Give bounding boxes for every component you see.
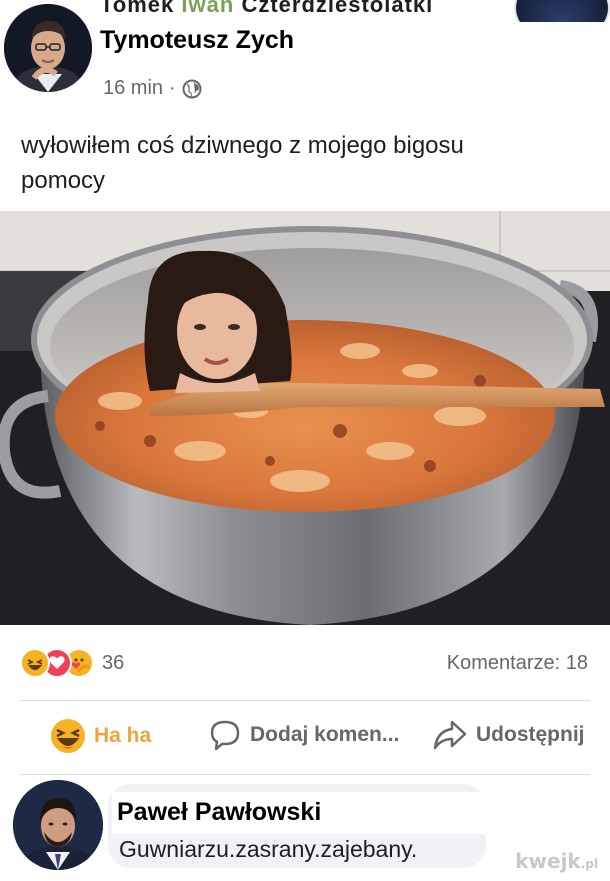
commenter-avatar[interactable] <box>13 780 103 870</box>
globe-icon <box>182 79 202 98</box>
watermark-tld: .pl <box>580 857 598 871</box>
post-text: wyłowiłem coś dziwnego z mojego bigosu p… <box>21 128 581 198</box>
previous-post-cut: Tomek Iwan Czterdziestolatki <box>0 0 610 22</box>
previous-post-thumbnail[interactable] <box>514 0 610 22</box>
divider <box>20 774 590 775</box>
share-button[interactable]: Udostępnij <box>432 718 585 752</box>
commenter-name[interactable]: Paweł Pawłowski <box>112 792 537 834</box>
meta-separator: · <box>169 77 176 99</box>
post-meta: 16 min · <box>103 77 202 100</box>
post-text-line-1: wyłowiłem coś dziwnego z mojego bigosu <box>21 132 464 159</box>
comments-count[interactable]: Komentarze: 18 <box>447 652 588 675</box>
reactions-summary[interactable]: 36 <box>20 648 124 678</box>
watermark-brand: kwejk <box>515 849 581 873</box>
haha-icon <box>51 719 85 753</box>
author-avatar[interactable] <box>4 4 92 92</box>
share-icon <box>433 720 467 750</box>
previous-post-title: Tomek Iwan Czterdziestolatki <box>100 0 434 17</box>
post-time[interactable]: 16 min <box>103 77 163 100</box>
comment-label: Dodaj komen... <box>250 723 400 746</box>
comment-button[interactable]: Dodaj komen... <box>208 718 399 752</box>
haha-icon <box>20 648 50 678</box>
share-label: Udostępnij <box>476 723 585 746</box>
post-image[interactable] <box>0 211 610 625</box>
comment-text: Guwniarzu.zasrany.zajebany. <box>119 836 418 862</box>
watermark-logo: kwejk.pl <box>515 849 598 873</box>
post-text-line-2: pomocy <box>21 167 106 194</box>
haha-button[interactable]: Ha ha <box>50 718 151 754</box>
author-name[interactable]: Tymoteusz Zych <box>96 26 299 54</box>
comment-icon <box>210 720 240 751</box>
divider <box>20 700 590 701</box>
haha-label: Ha ha <box>94 724 152 747</box>
reaction-count: 36 <box>102 651 125 674</box>
